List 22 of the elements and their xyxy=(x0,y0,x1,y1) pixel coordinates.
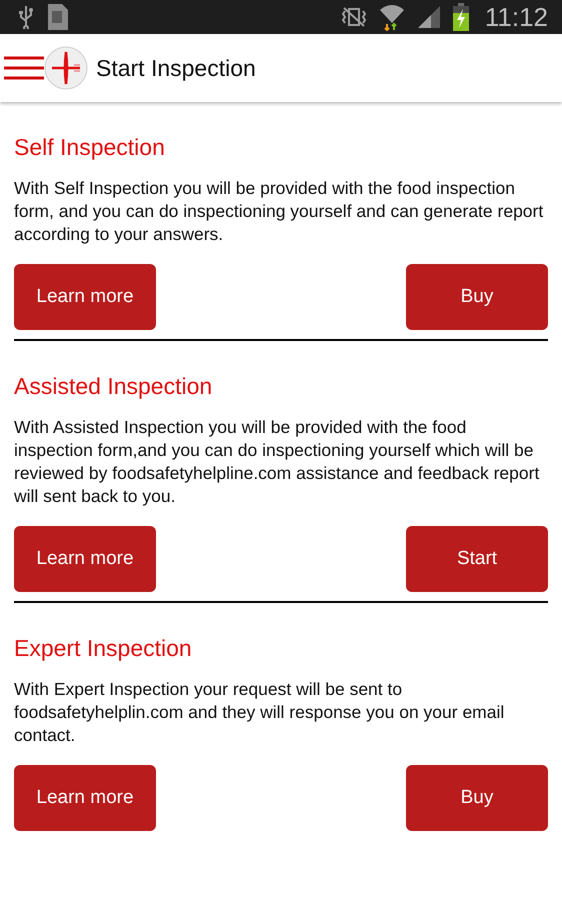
battery-charging-icon xyxy=(452,3,469,31)
action-button[interactable]: Buy xyxy=(406,264,548,330)
learn-more-button[interactable]: Learn more xyxy=(14,264,156,330)
section-title: Self Inspection xyxy=(14,134,166,161)
action-button[interactable]: Start xyxy=(406,526,548,592)
menu-icon[interactable] xyxy=(4,55,44,81)
clock-time: 11:12 xyxy=(484,2,548,32)
section-description: With Self Inspection you will be provided with the food inspection form, and you can do inspectioning yourself and can generate report according to your answers. xyxy=(14,177,544,246)
fork-knife-logo-icon xyxy=(44,46,88,90)
section-description: With Expert Inspection your request will be sent to foodsafetyhelplin.com and they will response you on your email contact. xyxy=(14,678,506,747)
wifi-icon xyxy=(378,3,405,31)
vibrate-icon xyxy=(340,5,367,29)
section-description: With Assisted Inspection you will be provided with the food inspection form,and you can do inspectioning yourself which will be reviewed by foodsafetyhelpline.com assistance and feedback report will sent back to you. xyxy=(14,416,540,508)
signal-icon xyxy=(416,5,441,29)
sd-card-icon xyxy=(46,3,70,31)
learn-more-button[interactable]: Learn more xyxy=(14,765,156,831)
usb-icon xyxy=(18,5,34,29)
section-title: Expert Inspection xyxy=(14,635,193,662)
screen-title: Start Inspection xyxy=(96,54,256,82)
section-title: Assisted Inspection xyxy=(14,373,214,400)
learn-more-button[interactable]: Learn more xyxy=(14,526,156,592)
action-button[interactable]: Buy xyxy=(406,765,548,831)
